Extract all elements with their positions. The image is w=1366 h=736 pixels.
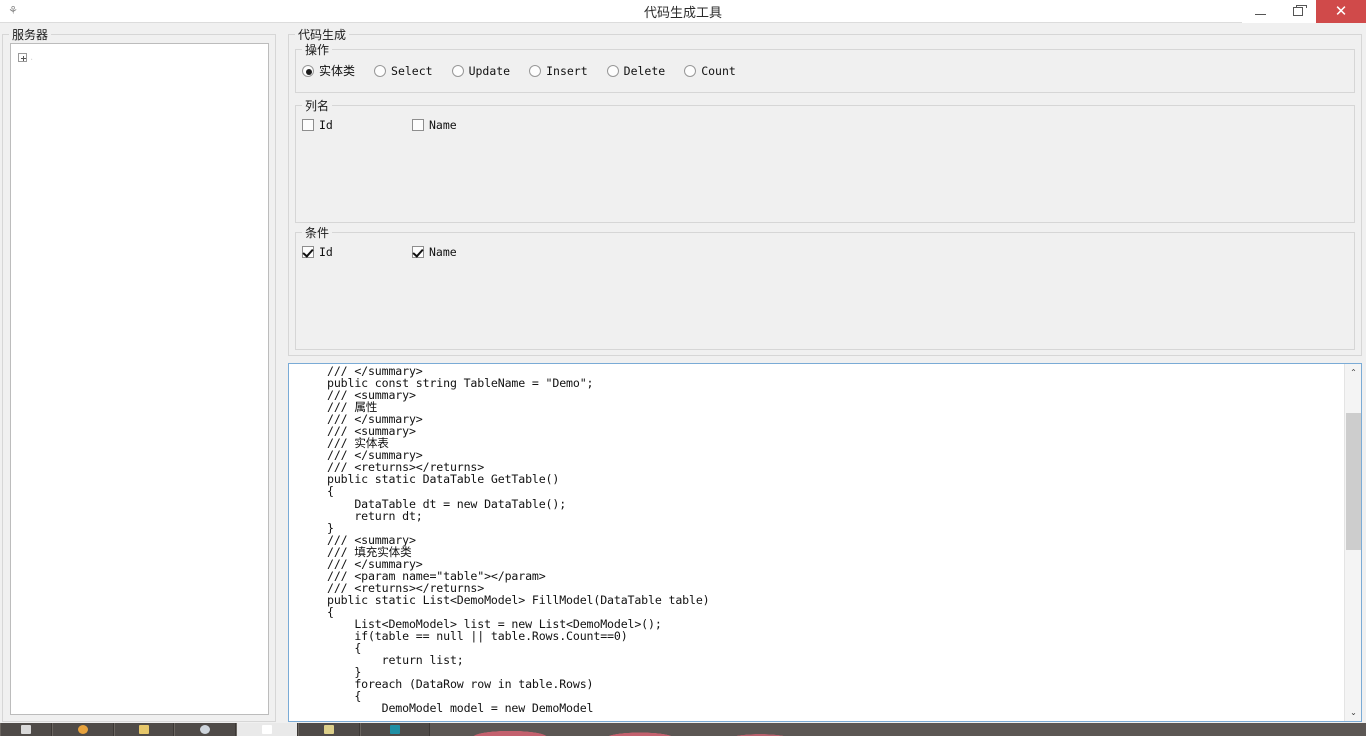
play-icon: [200, 725, 210, 734]
note-icon: [324, 725, 334, 734]
taskbar-item-notes: [298, 723, 360, 736]
taskbar-item-vs: [360, 723, 430, 736]
operation-group-box: 操作 实体类 Select Update Insert Delete Count: [295, 41, 1355, 93]
close-button[interactable]: ✕: [1316, 0, 1366, 23]
radio-delete[interactable]: Delete: [606, 63, 666, 78]
radio-label: Insert: [546, 63, 588, 78]
window-icon: [262, 725, 272, 734]
columns-group-label: 列名: [302, 97, 333, 114]
teal-app-icon: [390, 725, 400, 734]
checkbox-column-name[interactable]: Name: [412, 118, 522, 132]
checkbox-label: Name: [429, 245, 457, 259]
radio-unselected-icon[interactable]: [684, 64, 697, 77]
scrollbar-thumb[interactable]: [1346, 413, 1361, 550]
columns-group-box: 列名 Id Name: [295, 97, 1355, 223]
taskbar-item-explorer: [114, 723, 174, 736]
radio-unselected-icon[interactable]: [529, 64, 542, 77]
taskbar-item-browser: [52, 723, 114, 736]
checkbox-label: Id: [319, 245, 333, 259]
conditions-group-label: 条件: [302, 224, 333, 241]
operation-radio-row: 实体类 Select Update Insert Delete Count: [302, 62, 736, 79]
server-tree-view[interactable]: .: [10, 43, 269, 715]
radio-label: Delete: [623, 63, 666, 78]
radio-select[interactable]: Select: [374, 64, 433, 78]
title-bar: ⚘ 代码生成工具 ✕: [0, 0, 1366, 23]
minimize-button[interactable]: [1242, 0, 1279, 23]
taskbar-item-media: [174, 723, 236, 736]
code-vertical-scrollbar[interactable]: ⌃ ⌄: [1344, 364, 1361, 721]
plus-expander-icon[interactable]: [18, 53, 27, 62]
radio-insert[interactable]: Insert: [529, 64, 588, 78]
radio-unselected-icon[interactable]: [451, 64, 464, 77]
checkbox-unchecked-icon[interactable]: [412, 119, 424, 131]
firefox-icon: [78, 725, 88, 734]
start-icon: [21, 725, 31, 734]
operation-group-label: 操作: [302, 41, 333, 58]
radio-count[interactable]: Count: [684, 64, 736, 78]
radio-selected-icon[interactable]: [302, 64, 314, 77]
radio-unselected-icon[interactable]: [374, 64, 387, 77]
radio-label: 实体类: [319, 64, 356, 78]
radio-update[interactable]: Update: [451, 63, 511, 78]
checkbox-unchecked-icon[interactable]: [302, 119, 314, 131]
checkbox-column-id[interactable]: Id: [302, 118, 412, 132]
checkbox-condition-id[interactable]: Id: [302, 245, 412, 259]
server-group-label: 服务器: [9, 26, 52, 43]
windows-taskbar[interactable]: [0, 723, 1366, 736]
generated-code-text: /// </summary> public const string Table…: [327, 364, 710, 716]
application-window: ⚘ 代码生成工具 ✕ 服务器 . 代码生成 操作 实体类 Select Upda…: [0, 0, 1366, 736]
checkbox-checked-icon[interactable]: [302, 246, 314, 258]
scroll-down-icon[interactable]: ⌄: [1345, 704, 1361, 721]
radio-unselected-icon[interactable]: [606, 64, 619, 77]
radio-label: Select: [391, 63, 433, 78]
columns-checkbox-row: Id Name: [302, 118, 522, 132]
close-icon: ✕: [1334, 2, 1348, 20]
conditions-checkbox-row: Id Name: [302, 245, 522, 259]
restore-icon: [1292, 5, 1307, 16]
radio-label: Update: [468, 63, 511, 78]
taskbar-item-active-window: [236, 723, 298, 736]
window-title: 代码生成工具: [643, 6, 722, 21]
generated-code-textbox[interactable]: /// </summary> public const string Table…: [288, 363, 1362, 722]
taskbar-item-start: [0, 723, 52, 736]
server-group-box: 服务器 .: [2, 26, 276, 722]
checkbox-checked-icon[interactable]: [412, 246, 424, 258]
checkbox-label: Name: [429, 118, 457, 132]
tree-node-root[interactable]: .: [18, 52, 33, 63]
radio-entity-class[interactable]: 实体类: [302, 62, 355, 79]
folder-icon: [139, 725, 149, 734]
window-controls: ✕: [1242, 0, 1366, 23]
checkbox-label: Id: [319, 118, 333, 132]
scroll-up-icon[interactable]: ⌃: [1345, 364, 1361, 381]
maximize-button[interactable]: [1279, 0, 1316, 23]
tree-node-label: .: [30, 52, 34, 63]
conditions-group-box: 条件 Id Name: [295, 224, 1355, 350]
minimize-icon: [1255, 13, 1266, 15]
radio-label: Count: [701, 63, 736, 78]
checkbox-condition-name[interactable]: Name: [412, 245, 522, 259]
desktop-wallpaper-strip: [430, 723, 1366, 736]
codegen-group-box: 代码生成 操作 实体类 Select Update Insert Delete …: [288, 26, 1362, 356]
